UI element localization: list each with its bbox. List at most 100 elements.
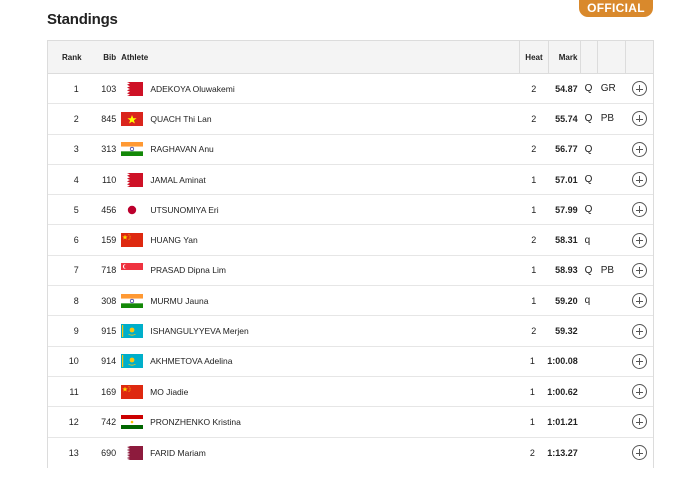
athlete-cell: AKHMETOVA Adelina: [116, 347, 517, 376]
china-flag: [121, 384, 144, 399]
heat-cell: 1: [529, 356, 535, 367]
heat-cell: 2: [531, 144, 537, 155]
table-row[interactable]: 13 690 FARID Mariam 2 1:13.27: [48, 438, 653, 468]
table-body: 1 103 ADEKOYA Oluwakemi 2 54.87 Q GR 2 8…: [48, 74, 653, 468]
heat-cell: 1: [529, 416, 535, 427]
qualification-cell: Q: [584, 204, 593, 216]
expand-plus-icon[interactable]: [631, 414, 647, 430]
table-row[interactable]: 8 308 MURMU Jauna 1 59.20 q: [48, 286, 653, 317]
record-cell: [597, 377, 625, 406]
heat-cell: 1: [531, 295, 537, 306]
athlete-cell: FARID Mariam: [116, 438, 517, 468]
table-row[interactable]: 6 159 HUANG Yan 2 58.31 q: [48, 225, 653, 256]
table-row[interactable]: 12 742 PRONZHENKO Kristina 1 1:01.21: [48, 407, 653, 438]
column-header-athlete: Athlete: [121, 52, 149, 62]
rank-cell: 7: [73, 265, 79, 276]
expand-plus-icon[interactable]: [631, 202, 647, 218]
bib-cell: 915: [101, 326, 117, 337]
expand-plus-icon[interactable]: [631, 111, 647, 127]
expand-cell: [625, 256, 653, 285]
expand-plus-icon[interactable]: [631, 445, 647, 461]
athlete-name: RAGHAVAN Anu: [150, 144, 214, 155]
bib-cell: 103: [101, 83, 117, 94]
mark-cell: 1:00.62: [547, 386, 578, 397]
bib-cell: 159: [101, 235, 117, 246]
column-header-record: [596, 41, 625, 73]
expand-plus-icon[interactable]: [631, 353, 647, 369]
athlete-cell: PRONZHENKO Kristina: [116, 407, 517, 436]
expand-plus-icon[interactable]: [631, 81, 647, 97]
expand-plus-icon[interactable]: [631, 323, 647, 339]
bib-cell: 169: [101, 386, 117, 397]
expand-plus-icon[interactable]: [631, 141, 647, 157]
record-cell: [597, 286, 625, 315]
expand-cell: [625, 195, 653, 224]
qatar-flag: [121, 445, 144, 460]
table-row[interactable]: 1 103 ADEKOYA Oluwakemi 2 54.87 Q GR: [48, 74, 653, 105]
rank-cell: 1: [73, 83, 79, 94]
column-header-qualification: [580, 41, 596, 73]
rank-cell: 2: [73, 113, 79, 124]
table-row[interactable]: 4 110 JAMAL Aminat 1 57.01 Q: [48, 165, 653, 196]
heat-cell: 2: [531, 326, 537, 337]
record-cell: GR: [600, 83, 616, 95]
mark-cell: 54.87: [555, 83, 578, 94]
expand-cell: [625, 347, 653, 376]
rank-cell: 5: [73, 204, 79, 215]
table-row[interactable]: 9 915 ISHANGULYYEVA Merjen 2 59.32: [48, 316, 653, 347]
athlete-cell: MURMU Jauna: [116, 286, 519, 315]
rank-cell: 6: [73, 235, 79, 246]
bib-cell: 914: [101, 356, 117, 367]
athlete-cell: UTSUNOMIYA Eri: [116, 195, 519, 224]
record-cell: [597, 195, 625, 224]
bib-cell: 690: [101, 447, 117, 458]
bahrain-flag: [121, 172, 144, 187]
mark-cell: 57.99: [555, 204, 578, 215]
qualification-cell: q: [584, 295, 591, 307]
rank-cell: 13: [68, 447, 79, 458]
table-row[interactable]: 5 456 UTSUNOMIYA Eri 1 57.99 Q: [48, 195, 653, 226]
athlete-name: PRONZHENKO Kristina: [150, 416, 241, 427]
mark-cell: 56.77: [555, 144, 578, 155]
mark-cell: 55.74: [555, 113, 578, 124]
bib-cell: 845: [101, 113, 117, 124]
column-header-mark: Mark: [548, 41, 580, 73]
record-cell: [597, 438, 625, 468]
athlete-cell: PRASAD Dipna Lim: [116, 256, 519, 285]
bib-cell: 742: [101, 416, 117, 427]
table-row[interactable]: 7 718 PRASAD Dipna Lim 1 58.93 Q PB: [48, 256, 653, 287]
expand-cell: [625, 316, 653, 345]
athlete-cell: RAGHAVAN Anu: [116, 135, 519, 164]
mark-cell: 1:13.27: [547, 447, 578, 458]
expand-cell: [625, 135, 653, 164]
expand-cell: [625, 407, 653, 436]
mark-cell: 1:00.08: [547, 356, 578, 367]
table-row[interactable]: 10 914 AKHMETOVA Adelina 1 1:00.08: [48, 347, 653, 377]
qualification-cell: [581, 438, 597, 468]
column-header-heat: Heat: [518, 41, 549, 73]
table-header: Rank Bib Athlete Heat Mark: [48, 40, 653, 74]
athlete-name: FARID Mariam: [150, 447, 206, 458]
expand-plus-icon[interactable]: [631, 172, 647, 188]
standings-table: Rank Bib Athlete Heat Mark 1 103 ADEKOYA…: [47, 40, 654, 468]
table-row[interactable]: 11 169 MO Jiadie 1 1:00.62: [48, 377, 653, 408]
record-cell: PB: [600, 264, 615, 276]
qualification-cell: Q: [584, 113, 593, 125]
table-row[interactable]: 2 845 QUACH Thi Lan 2 55.74 Q PB: [48, 104, 653, 135]
mark-cell: 58.31: [555, 235, 578, 246]
athlete-name: HUANG Yan: [150, 235, 198, 246]
expand-plus-icon[interactable]: [631, 262, 647, 278]
expand-plus-icon[interactable]: [631, 293, 647, 309]
record-cell: [597, 347, 625, 376]
expand-plus-icon[interactable]: [631, 384, 647, 400]
rank-cell: 8: [73, 295, 79, 306]
table-row[interactable]: 3 313 RAGHAVAN Anu 2 56.77 Q: [48, 135, 653, 165]
athlete-name: ISHANGULYYEVA Merjen: [150, 326, 249, 337]
bib-cell: 718: [101, 265, 117, 276]
bib-cell: 308: [101, 295, 117, 306]
expand-cell: [625, 438, 653, 468]
athlete-cell: JAMAL Aminat: [116, 165, 519, 194]
qualification-cell: [581, 316, 597, 345]
expand-plus-icon[interactable]: [631, 232, 647, 248]
athlete-cell: ADEKOYA Oluwakemi: [116, 74, 519, 103]
